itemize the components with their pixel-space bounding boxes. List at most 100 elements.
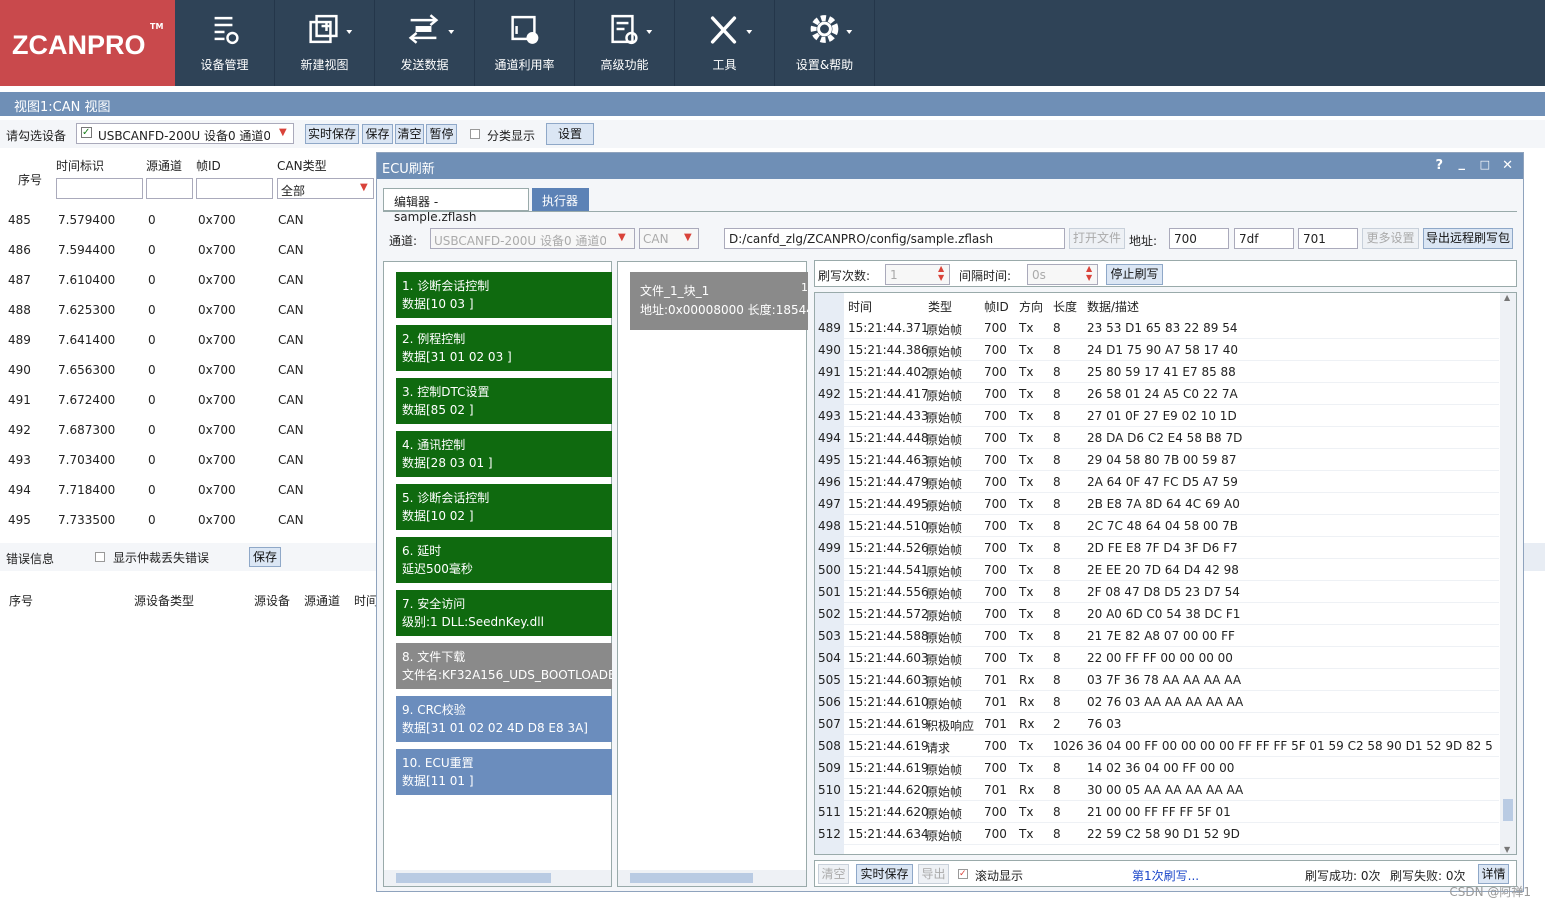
- log-row[interactable]: 506 15:21:44.610 原始帧 701 Rx 8 02 76 03 AA AA A…: [815, 691, 1499, 713]
- table-row[interactable]: 492 7.687300 0 0x700 CAN: [0, 415, 376, 445]
- log-clear-button[interactable]: 清空: [818, 864, 849, 884]
- toolbar-advanced[interactable]: 高级功能: [575, 0, 675, 86]
- minimize-icon[interactable]: _: [1459, 156, 1466, 171]
- table-row[interactable]: 491 7.672400 0 0x700 CAN: [0, 385, 376, 415]
- addr-input-2[interactable]: 7df: [1234, 228, 1294, 249]
- block-scrollbar[interactable]: [618, 870, 806, 886]
- toolbar-device-manage[interactable]: 设备管理: [175, 0, 275, 86]
- flash-step[interactable]: 4. 通讯控制 数据[28 03 01 ]: [396, 431, 612, 477]
- scroll-up-icon[interactable]: ▲: [1504, 293, 1510, 302]
- maximize-icon[interactable]: □: [1480, 158, 1490, 171]
- spinner-arrows-icon[interactable]: ▲ ▼: [1086, 264, 1092, 282]
- flash-step[interactable]: 8. 文件下载 文件名:KF32A156_UDS_BOOTLOADER: [396, 643, 612, 689]
- log-realtime-save-button[interactable]: 实时保存: [856, 864, 913, 884]
- spinner-arrows-icon[interactable]: ▲ ▼: [938, 264, 944, 282]
- log-row[interactable]: 500 15:21:44.541 原始帧 700 Tx 8 2E EE 20 7D 64 D…: [815, 559, 1499, 581]
- clear-button[interactable]: 清空: [395, 124, 424, 144]
- log-row[interactable]: 502 15:21:44.572 原始帧 700 Tx 8 20 A0 6D C0 54 3…: [815, 603, 1499, 625]
- cantype-filter-select[interactable]: 全部 ▼: [277, 178, 374, 199]
- table-row[interactable]: 495 7.733500 0 0x700 CAN: [0, 505, 376, 535]
- log-row[interactable]: 495 15:21:44.463 原始帧 700 Tx 8 29 04 58 80 7B 0…: [815, 449, 1499, 471]
- toolbar-tools[interactable]: 工具: [675, 0, 775, 86]
- table-row[interactable]: 485 7.579400 0 0x700 CAN: [0, 205, 376, 235]
- file-path-input[interactable]: D:/canfd_zlg/ZCANPRO/config/sample.zflas…: [724, 228, 1065, 249]
- flash-step[interactable]: 7. 安全访问 级别:1 DLL:SeednKey.dll: [396, 590, 612, 636]
- scrollbar-thumb[interactable]: [396, 873, 551, 883]
- log-row[interactable]: 496 15:21:44.479 原始帧 700 Tx 8 2A 64 0F 47 FC D…: [815, 471, 1499, 493]
- table-row[interactable]: 487 7.610400 0 0x700 CAN: [0, 265, 376, 295]
- table-row[interactable]: 490 7.656300 0 0x700 CAN: [0, 355, 376, 385]
- log-row[interactable]: 501 15:21:44.556 原始帧 700 Tx 8 2F 08 47 D8 D5 2…: [815, 581, 1499, 603]
- flash-step[interactable]: 5. 诊断会话控制 数据[10 02 ]: [396, 484, 612, 530]
- scrollbar-thumb[interactable]: [630, 873, 753, 883]
- log-row[interactable]: 493 15:21:44.433 原始帧 700 Tx 8 27 01 0F 27 E9 0…: [815, 405, 1499, 427]
- block-item[interactable]: 文件_1_块_1 地址:0x00008000 长度:18544 1: [630, 272, 808, 330]
- src-filter-input[interactable]: [146, 178, 193, 199]
- stop-flash-button[interactable]: 停止刷写: [1106, 264, 1163, 285]
- flash-step[interactable]: 2. 例程控制 数据[31 01 02 03 ]: [396, 325, 612, 371]
- log-scrollbar[interactable]: ▲ ▼: [1500, 293, 1516, 854]
- device-checkbox[interactable]: ✓: [81, 127, 92, 138]
- channel-select[interactable]: USBCANFD-200U 设备0 通道0 ▼: [430, 228, 635, 249]
- settings-button[interactable]: 设置: [546, 123, 594, 145]
- classify-checkbox[interactable]: [470, 129, 480, 139]
- log-row[interactable]: 490 15:21:44.386 原始帧 700 Tx 8 24 D1 75 90 A7 5…: [815, 339, 1499, 361]
- detail-button[interactable]: 详情: [1478, 864, 1509, 884]
- log-row[interactable]: 512 15:21:44.634 原始帧 700 Tx 8 22 59 C2 58 90 D…: [815, 823, 1499, 845]
- realtime-save-button[interactable]: 实时保存: [305, 124, 359, 144]
- scrollbar-thumb[interactable]: [1503, 799, 1513, 821]
- flash-step[interactable]: 6. 延时 延迟500毫秒: [396, 537, 612, 583]
- tab-executor[interactable]: 执行器: [532, 188, 589, 211]
- flash-count-spinner[interactable]: 1 ▲ ▼: [885, 264, 950, 285]
- show-arb-checkbox[interactable]: [95, 552, 105, 562]
- device-select[interactable]: ✓ USBCANFD-200U 设备0 通道0 ▼: [76, 123, 294, 144]
- tab-editor[interactable]: 编辑器 - sample.zflash: [383, 188, 529, 224]
- log-row[interactable]: 498 15:21:44.510 原始帧 700 Tx 8 2C 7C 48 64 04 5…: [815, 515, 1499, 537]
- log-export-button[interactable]: 导出: [918, 864, 949, 884]
- log-row[interactable]: 504 15:21:44.603 原始帧 700 Tx 8 22 00 FF FF 00 0…: [815, 647, 1499, 669]
- step-scrollbar[interactable]: [384, 870, 611, 886]
- pause-button[interactable]: 暂停: [426, 124, 457, 144]
- flash-step[interactable]: 1. 诊断会话控制 数据[10 03 ]: [396, 272, 612, 318]
- toolbar-new-view[interactable]: 新建视图: [275, 0, 375, 86]
- error-save-button[interactable]: 保存: [249, 547, 281, 567]
- addr-input-1[interactable]: 700: [1169, 228, 1229, 249]
- time-filter-input[interactable]: [56, 178, 143, 199]
- log-row[interactable]: 494 15:21:44.448 原始帧 700 Tx 8 28 DA D6 C2 E4 5…: [815, 427, 1499, 449]
- log-row[interactable]: 489 15:21:44.371 原始帧 700 Tx 8 23 53 D1 65 83 2…: [815, 317, 1499, 339]
- open-file-button[interactable]: 打开文件: [1069, 228, 1125, 249]
- scroll-display-checkbox[interactable]: ✓: [958, 869, 968, 879]
- can-type-select[interactable]: CAN ▼: [639, 228, 699, 249]
- flash-step[interactable]: 3. 控制DTC设置 数据[85 02 ]: [396, 378, 612, 424]
- save-button[interactable]: 保存: [362, 124, 393, 144]
- addr-input-3[interactable]: 701: [1298, 228, 1358, 249]
- help-icon[interactable]: ?: [1435, 158, 1443, 173]
- log-row[interactable]: 511 15:21:44.620 原始帧 700 Tx 8 21 00 00 FF FF F…: [815, 801, 1499, 823]
- flash-step[interactable]: 9. CRC校验 数据[31 01 02 02 4D D8 E8 3A]: [396, 696, 612, 742]
- log-row[interactable]: 508 15:21:44.619 请求 700 Tx 1026 36 04 00 FF 00…: [815, 735, 1499, 757]
- scroll-down-icon[interactable]: ▼: [1504, 845, 1510, 854]
- interval-spinner[interactable]: 0s ▲ ▼: [1027, 264, 1098, 285]
- toolbar-channel-usage[interactable]: 通道利用率: [475, 0, 575, 86]
- table-row[interactable]: 486 7.594400 0 0x700 CAN: [0, 235, 376, 265]
- log-row[interactable]: 503 15:21:44.588 原始帧 700 Tx 8 21 7E 82 A8 07 0…: [815, 625, 1499, 647]
- toolbar-settings-help[interactable]: 设置&帮助: [775, 0, 875, 86]
- table-row[interactable]: 488 7.625300 0 0x700 CAN: [0, 295, 376, 325]
- toolbar-send-data[interactable]: 发送数据: [375, 0, 475, 86]
- table-row[interactable]: 494 7.718400 0 0x700 CAN: [0, 475, 376, 505]
- export-remote-package-button[interactable]: 导出远程刷写包: [1423, 228, 1513, 249]
- flash-step[interactable]: 10. ECU重置 数据[11 01 ]: [396, 749, 612, 795]
- table-row[interactable]: 493 7.703400 0 0x700 CAN: [0, 445, 376, 475]
- more-settings-button[interactable]: 更多设置: [1362, 228, 1419, 249]
- log-row[interactable]: 509 15:21:44.619 原始帧 700 Tx 8 14 02 36 04 00 F…: [815, 757, 1499, 779]
- log-row[interactable]: 492 15:21:44.417 原始帧 700 Tx 8 26 58 01 24 A5 C…: [815, 383, 1499, 405]
- close-icon[interactable]: ✕: [1502, 158, 1513, 173]
- log-row[interactable]: 499 15:21:44.526 原始帧 700 Tx 8 2D FE E8 7F D4 3…: [815, 537, 1499, 559]
- log-row[interactable]: 505 15:21:44.603 原始帧 701 Rx 8 03 7F 36 78 AA A…: [815, 669, 1499, 691]
- log-row[interactable]: 510 15:21:44.620 原始帧 701 Rx 8 30 00 05 AA AA A…: [815, 779, 1499, 801]
- table-row[interactable]: 489 7.641400 0 0x700 CAN: [0, 325, 376, 355]
- log-row[interactable]: 507 15:21:44.619 积极响应 701 Rx 2 76 03: [815, 713, 1499, 735]
- log-row[interactable]: 491 15:21:44.402 原始帧 700 Tx 8 25 80 59 17 41 E…: [815, 361, 1499, 383]
- log-row[interactable]: 497 15:21:44.495 原始帧 700 Tx 8 2B E8 7A 8D 64 4…: [815, 493, 1499, 515]
- frame-filter-input[interactable]: [196, 178, 273, 199]
